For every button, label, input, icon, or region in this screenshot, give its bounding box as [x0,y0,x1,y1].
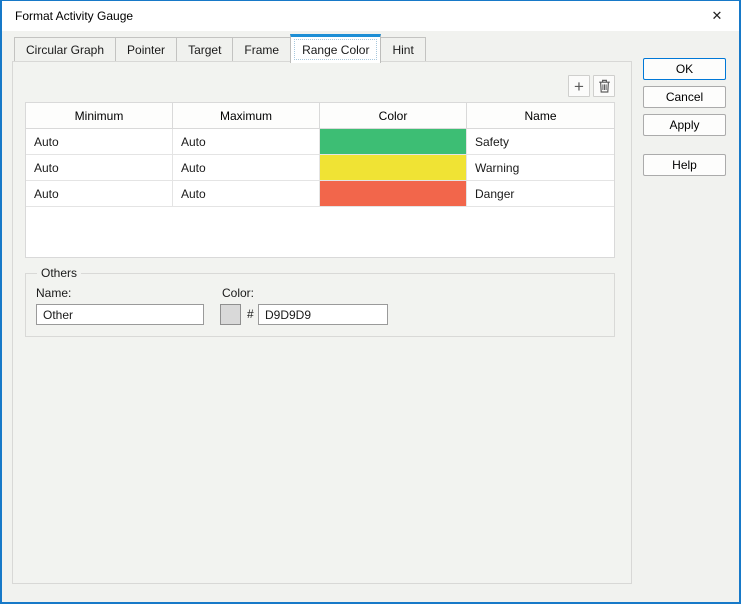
table-row: Auto Auto Danger [26,181,614,207]
tab-label: Range Color [302,43,369,57]
table-row: Auto Auto Safety [26,129,614,155]
apply-button[interactable]: Apply [643,114,726,136]
cell-minimum[interactable]: Auto [26,181,173,206]
cell-maximum[interactable]: Auto [173,155,320,180]
tab-strip: Circular Graph Pointer Target Frame Rang… [14,34,425,63]
column-header-name: Name [467,103,614,128]
cell-minimum[interactable]: Auto [26,129,173,154]
tab-hint[interactable]: Hint [380,37,425,61]
others-group-legend: Others [37,266,81,280]
cell-maximum[interactable]: Auto [173,129,320,154]
tab-pointer[interactable]: Pointer [115,37,177,61]
hash-symbol: # [247,307,254,321]
range-color-panel: + Minimum Maximum Color Name Auto Au [12,61,632,584]
format-activity-gauge-dialog: Format Activity Gauge ✕ Circular Graph P… [0,0,741,604]
tab-label: Target [188,43,221,57]
color-label: Color: [222,286,254,300]
column-header-minimum: Minimum [26,103,173,128]
dialog-title: Format Activity Gauge [15,1,133,31]
plus-icon: + [574,78,584,95]
color-swatch [320,155,466,180]
close-button[interactable]: ✕ [695,1,739,31]
cell-color[interactable] [320,129,467,154]
other-color-hex-input[interactable] [258,304,388,325]
column-header-maximum: Maximum [173,103,320,128]
color-swatch [320,181,466,206]
table-header-row: Minimum Maximum Color Name [26,103,614,129]
other-color-swatch[interactable] [220,304,241,325]
tab-frame[interactable]: Frame [232,37,291,61]
trash-icon [598,79,611,93]
close-icon: ✕ [712,8,723,24]
table-row: Auto Auto Warning [26,155,614,181]
cancel-button[interactable]: Cancel [643,86,726,108]
cell-color[interactable] [320,155,467,180]
add-range-button[interactable]: + [568,75,590,97]
tab-circular-graph[interactable]: Circular Graph [14,37,116,61]
tab-label: Frame [244,43,279,57]
cell-name[interactable]: Safety [467,129,614,154]
name-label: Name: [36,286,71,300]
others-group: Others Name: Color: # [25,273,615,337]
cell-maximum[interactable]: Auto [173,181,320,206]
cell-color[interactable] [320,181,467,206]
range-color-table: Minimum Maximum Color Name Auto Auto Saf… [25,102,615,258]
other-name-input[interactable] [36,304,204,325]
delete-range-button[interactable] [593,75,615,97]
cell-name[interactable]: Warning [467,155,614,180]
color-swatch [320,129,466,154]
tab-target[interactable]: Target [176,37,233,61]
tab-range-color[interactable]: Range Color [290,34,381,63]
tab-label: Pointer [127,43,165,57]
column-header-color: Color [320,103,467,128]
tab-label: Circular Graph [26,43,104,57]
help-button[interactable]: Help [643,154,726,176]
ok-button[interactable]: OK [643,58,726,80]
tab-label: Hint [392,43,413,57]
cell-minimum[interactable]: Auto [26,155,173,180]
title-bar: Format Activity Gauge ✕ [2,1,739,31]
cell-name[interactable]: Danger [467,181,614,206]
